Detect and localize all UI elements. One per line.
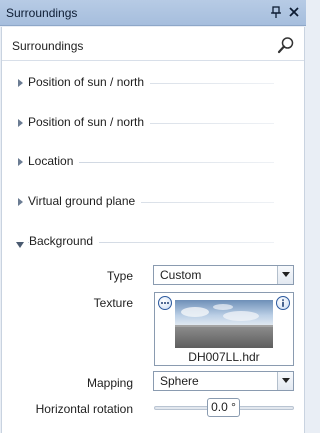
mapping-value: Sphere — [160, 374, 199, 388]
chevron-down-icon[interactable] — [277, 266, 293, 284]
window-title: Surroundings — [6, 6, 78, 20]
texture-image — [175, 300, 273, 348]
section-label: Background — [29, 234, 100, 248]
triangle-right-icon[interactable] — [17, 77, 25, 87]
triangle-down-icon[interactable] — [15, 238, 24, 248]
section-label: Location — [28, 154, 80, 168]
texture-preview[interactable]: DH007LL.hdr — [154, 292, 294, 366]
search-icon[interactable] — [277, 36, 295, 54]
close-icon[interactable] — [287, 5, 301, 19]
ellipsis-icon[interactable] — [158, 296, 172, 310]
type-value: Custom — [160, 268, 202, 282]
chevron-down-icon[interactable] — [277, 372, 293, 390]
section-position-of-sun-1[interactable]: Position of sun / north — [2, 73, 304, 93]
horizontal-rotation-value[interactable]: 0.0 ° — [207, 398, 240, 417]
info-icon[interactable] — [276, 296, 290, 310]
pin-icon[interactable] — [269, 5, 283, 19]
section-position-of-sun-2[interactable]: Position of sun / north — [2, 113, 304, 133]
section-background[interactable]: Background — [2, 232, 304, 252]
section-label: Position of sun / north — [28, 75, 151, 89]
section-location[interactable]: Location — [2, 152, 304, 172]
section-label: Position of sun / north — [28, 115, 151, 129]
section-label: Virtual ground plane — [28, 194, 142, 208]
mapping-label: Mapping — [86, 376, 133, 390]
type-select[interactable]: Custom — [153, 265, 294, 285]
section-virtual-ground-plane[interactable]: Virtual ground plane — [2, 192, 304, 212]
triangle-right-icon[interactable] — [17, 196, 25, 206]
horizontal-rotation-label: Horizontal rotation — [35, 402, 133, 416]
panel-title: Surroundings — [12, 39, 84, 53]
triangle-right-icon[interactable] — [17, 117, 25, 127]
window-titlebar: Surroundings — [0, 0, 306, 26]
panel-header: Surroundings — [2, 27, 304, 61]
triangle-right-icon[interactable] — [17, 156, 25, 166]
type-label: Type — [106, 269, 133, 283]
mapping-select[interactable]: Sphere — [153, 371, 294, 391]
texture-filename: DH007LL.hdr — [188, 350, 260, 364]
texture-label: Texture — [93, 296, 133, 310]
